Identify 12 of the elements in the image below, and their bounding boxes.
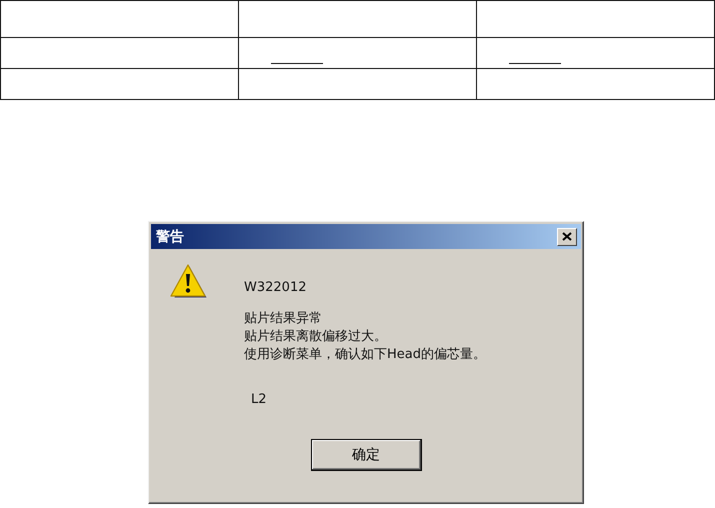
message-line: 贴片结果异常 <box>244 310 323 328</box>
message-line: 使用诊断菜单，确认如下Head的偏芯量。 <box>244 346 486 364</box>
window-title: 警告 <box>156 228 184 246</box>
fill-in-line <box>509 63 561 64</box>
fill-in-line <box>271 63 323 64</box>
close-icon <box>562 232 572 241</box>
message-line: 贴片结果离散偏移过大。 <box>244 328 388 346</box>
warning-icon <box>169 263 207 299</box>
head-label: L2 <box>251 392 268 407</box>
error-code: W322012 <box>244 280 308 295</box>
close-button[interactable] <box>557 228 577 246</box>
ok-button[interactable]: 确定 <box>310 439 422 471</box>
